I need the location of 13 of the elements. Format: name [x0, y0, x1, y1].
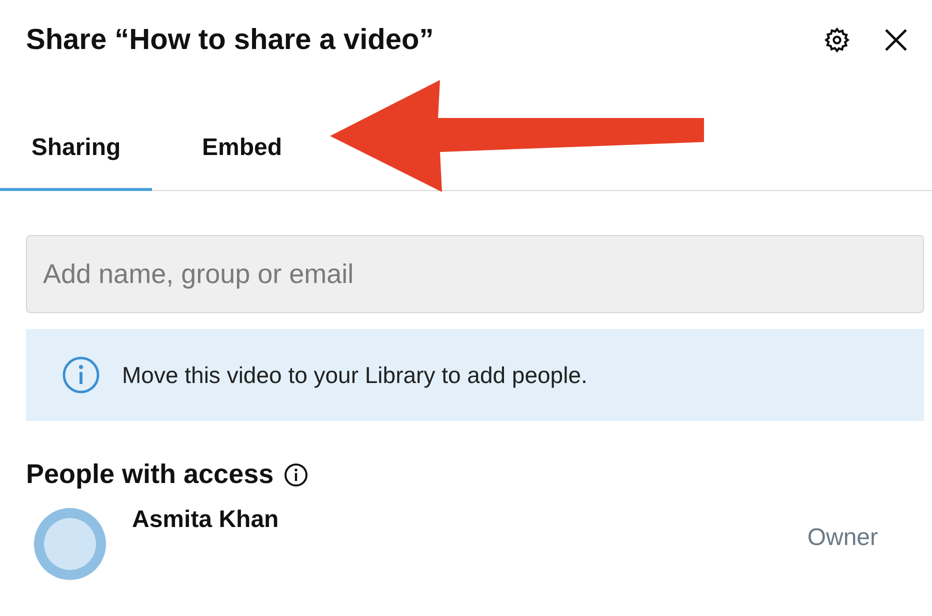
search-field[interactable]: Add name, group or email — [26, 235, 924, 313]
info-icon — [62, 356, 100, 394]
close-icon[interactable] — [884, 28, 908, 52]
person-name: Asmita Khan — [132, 506, 279, 534]
avatar — [34, 508, 106, 580]
notice-text: Move this video to your Library to add people. — [122, 362, 588, 388]
tab[interactable]: Sharing — [0, 110, 152, 191]
info-icon[interactable] — [284, 462, 308, 486]
person-role: Owner — [807, 524, 878, 552]
tab[interactable]: Embed — [152, 110, 342, 191]
section-heading: People with access — [26, 459, 274, 490]
dialog-title: Share “How to share a video” — [26, 24, 434, 56]
settings-icon[interactable] — [824, 27, 850, 53]
